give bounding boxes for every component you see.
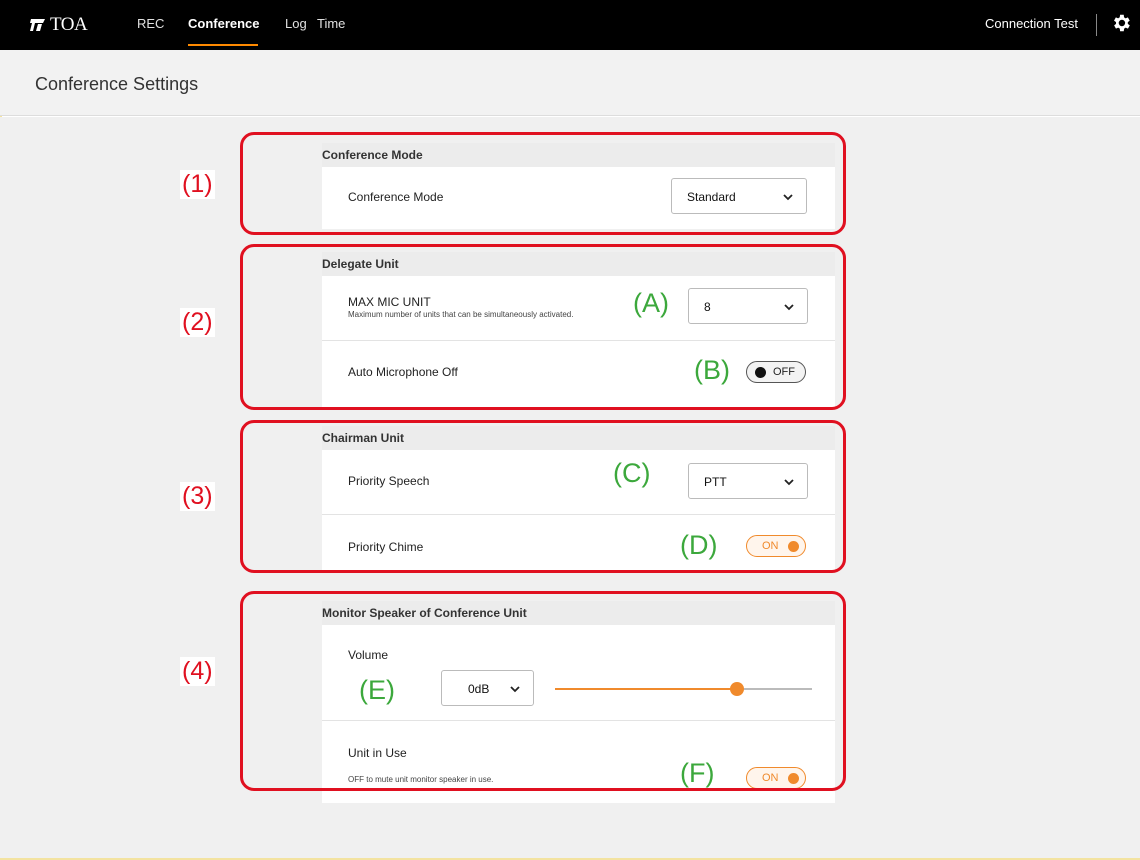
row-divider bbox=[322, 340, 835, 341]
section-header-conference-mode: Conference Mode bbox=[322, 143, 835, 167]
gear-icon[interactable] bbox=[1110, 12, 1132, 34]
annotation-number-1: (1) bbox=[180, 170, 215, 199]
chevron-down-icon bbox=[784, 304, 794, 311]
annotation-letter-f: (F) bbox=[680, 758, 715, 788]
max-mic-unit-label: MAX MIC UNIT bbox=[348, 295, 431, 309]
priority-speech-value: PTT bbox=[704, 475, 727, 489]
nav-time[interactable]: Time bbox=[317, 16, 345, 31]
toggle-state-label: OFF bbox=[773, 366, 795, 378]
volume-select[interactable]: 0dB bbox=[441, 670, 534, 706]
active-tab-indicator bbox=[188, 44, 258, 46]
page-title: Conference Settings bbox=[35, 74, 199, 94]
conference-mode-select[interactable]: Standard bbox=[671, 178, 807, 214]
max-mic-unit-select[interactable]: 8 bbox=[688, 288, 808, 324]
max-mic-unit-description: Maximum number of units that can be simu… bbox=[348, 310, 574, 319]
section-header-delegate-unit: Delegate Unit bbox=[322, 252, 835, 276]
nav-conference[interactable]: Conference bbox=[188, 16, 260, 31]
toa-logo[interactable]: TOA bbox=[30, 14, 88, 36]
unit-in-use-label: Unit in Use bbox=[348, 746, 407, 760]
priority-speech-select[interactable]: PTT bbox=[688, 463, 808, 499]
chevron-down-icon bbox=[784, 479, 794, 486]
auto-microphone-off-label: Auto Microphone Off bbox=[348, 365, 458, 379]
priority-chime-toggle[interactable]: ON bbox=[746, 535, 806, 557]
volume-slider-fill bbox=[555, 688, 738, 690]
toggle-knob bbox=[755, 367, 766, 378]
annotation-letter-b: (B) bbox=[694, 355, 730, 385]
connection-test-link[interactable]: Connection Test bbox=[985, 16, 1078, 31]
annotation-letter-c: (C) bbox=[613, 458, 651, 488]
annotation-letter-a: (A) bbox=[633, 288, 669, 318]
section-header-monitor-speaker: Monitor Speaker of Conference Unit bbox=[322, 601, 835, 625]
chevron-down-icon bbox=[510, 686, 520, 693]
annotation-number-4: (4) bbox=[180, 657, 215, 686]
toa-logo-icon bbox=[30, 19, 45, 31]
toggle-knob bbox=[788, 773, 799, 784]
unit-in-use-description: OFF to mute unit monitor speaker in use. bbox=[348, 775, 494, 784]
volume-slider[interactable] bbox=[555, 682, 812, 696]
max-mic-unit-value: 8 bbox=[704, 300, 711, 314]
row-divider bbox=[322, 720, 835, 721]
chevron-down-icon bbox=[783, 194, 793, 201]
conference-mode-label: Conference Mode bbox=[348, 190, 444, 204]
priority-chime-label: Priority Chime bbox=[348, 540, 424, 554]
unit-in-use-toggle[interactable]: ON bbox=[746, 767, 806, 789]
top-navigation-bar: TOA REC Conference Log Time Connection T… bbox=[0, 0, 1140, 50]
priority-speech-label: Priority Speech bbox=[348, 474, 430, 488]
auto-microphone-off-toggle[interactable]: OFF bbox=[746, 361, 806, 383]
annotation-number-3: (3) bbox=[180, 482, 215, 511]
logo-text: TOA bbox=[50, 14, 88, 35]
toggle-state-label: ON bbox=[762, 772, 779, 784]
annotation-letter-d: (D) bbox=[680, 530, 718, 560]
volume-value: 0dB bbox=[468, 682, 490, 696]
volume-label: Volume bbox=[348, 648, 389, 662]
nav-log[interactable]: Log bbox=[285, 16, 307, 31]
topbar-divider bbox=[1096, 14, 1097, 36]
annotation-letter-e: (E) bbox=[359, 675, 395, 705]
conference-mode-value: Standard bbox=[687, 190, 736, 204]
nav-rec[interactable]: REC bbox=[137, 16, 164, 31]
page-header: Conference Settings bbox=[0, 50, 1140, 116]
row-divider bbox=[322, 514, 835, 515]
annotation-number-2: (2) bbox=[180, 308, 215, 337]
toggle-knob bbox=[788, 541, 799, 552]
section-header-chairman-unit: Chairman Unit bbox=[322, 426, 835, 450]
toggle-state-label: ON bbox=[762, 540, 779, 552]
